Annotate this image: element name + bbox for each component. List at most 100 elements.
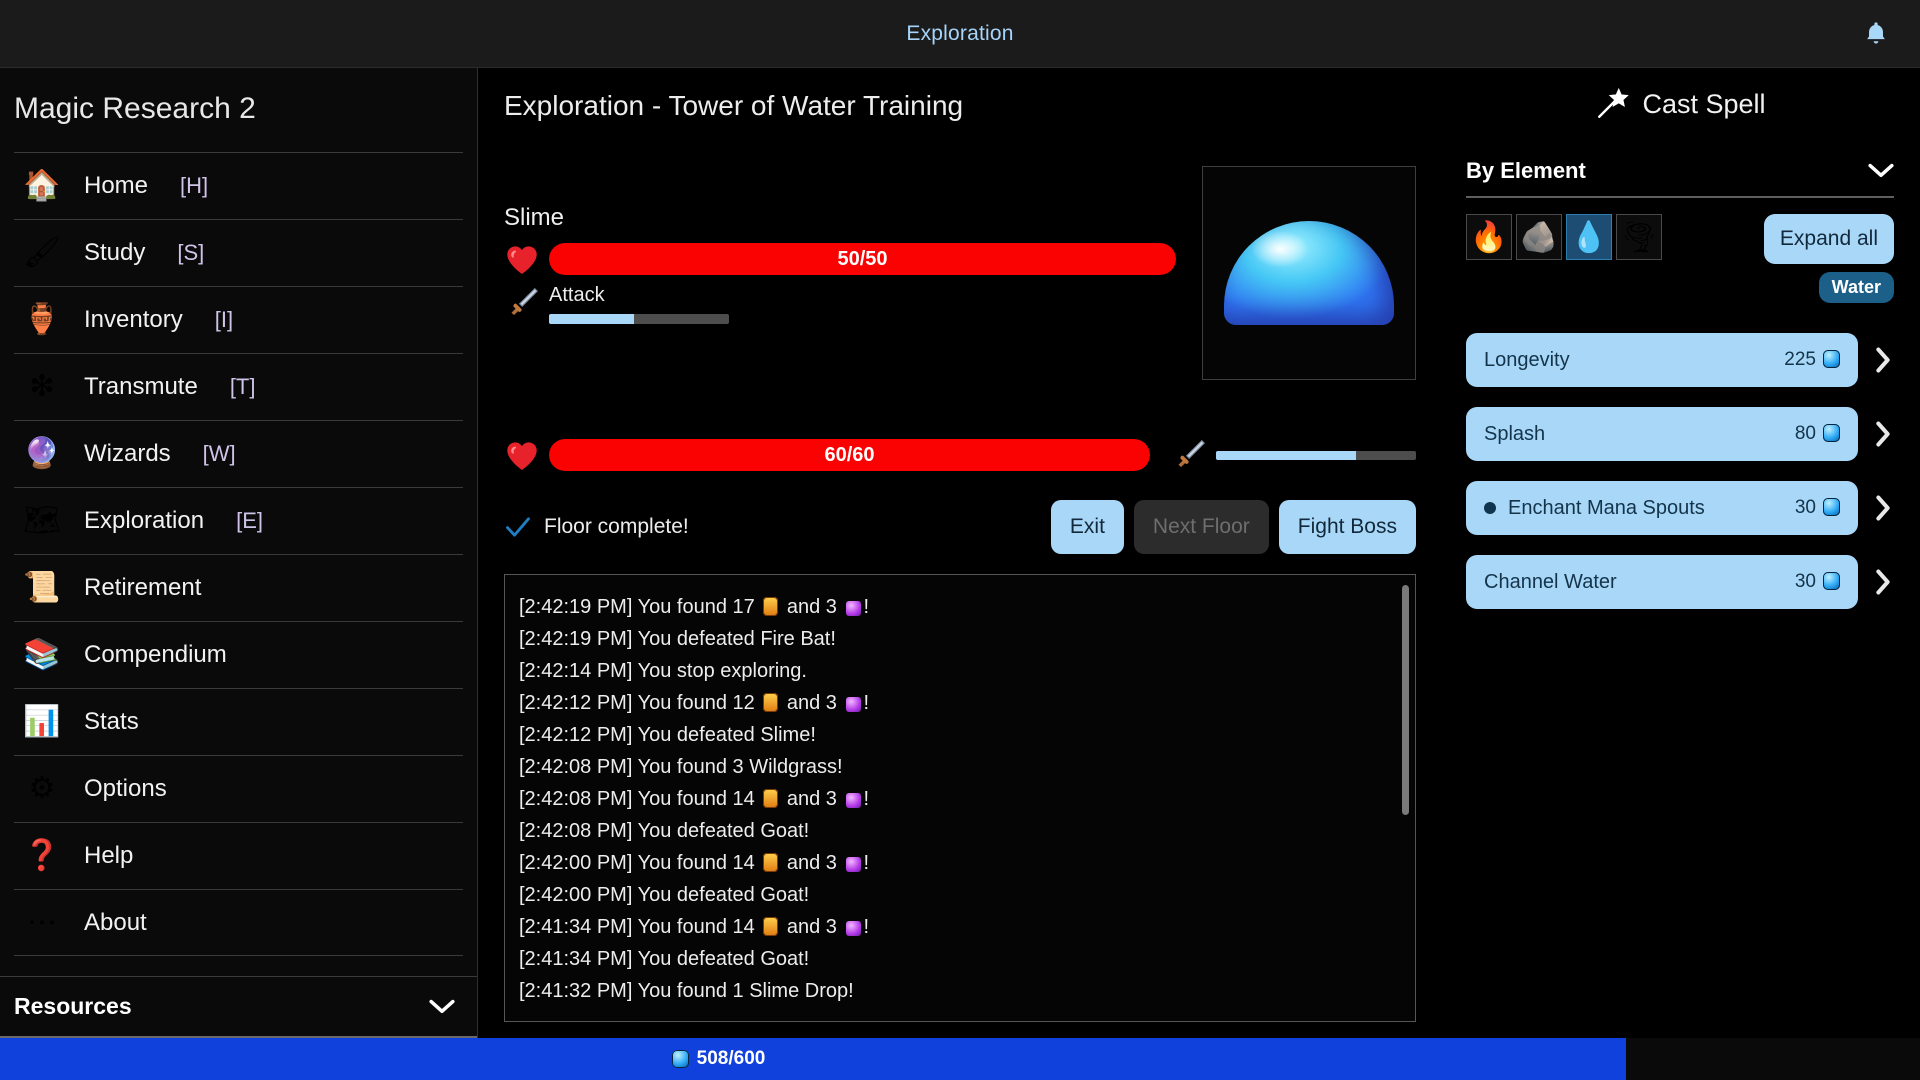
spell-cost: 30 [1795,571,1840,593]
water-icon[interactable]: 💧 [1566,214,1612,260]
fight-boss-button[interactable]: Fight Boss [1278,500,1416,554]
sidebar-item-hotkey: [H] [180,173,209,198]
chevron-right-icon[interactable] [1872,494,1894,522]
sidebar-item-compendium[interactable]: 📚 Compendium [14,621,463,688]
enemy-hp-bar: 50/50 [549,243,1176,275]
enemy-attack-label: Attack [549,284,605,306]
bell-icon[interactable] [1862,19,1890,49]
exit-button[interactable]: Exit [1050,500,1124,554]
spell-row: Splash 80 [1466,407,1894,461]
spell-card-longevity[interactable]: Longevity 225 [1466,333,1858,387]
earth-icon[interactable]: 🪨 [1516,214,1562,260]
question-icon: ❓ [23,839,61,872]
sidebar-item-inventory[interactable]: 🏺 Inventory [I] [14,286,463,353]
log-timestamp: [2:42:08 PM] [519,756,633,778]
chevron-right-icon[interactable] [1872,346,1894,374]
mana-orb-icon [1823,498,1840,516]
sidebar-item-help[interactable]: ❓ Help [14,822,463,889]
log-text: You found 1 Slime Drop! [632,980,854,1002]
map-icon: 🗺 [22,504,62,537]
event-log-scrollbar[interactable] [1402,585,1409,815]
mana-bar: 508/600 [0,1038,1920,1080]
log-text-mid: and 3 [781,692,843,714]
spell-card-channel-water[interactable]: Channel Water 30 [1466,555,1858,609]
log-text: You defeated Goat! [632,820,810,842]
ellipsis-icon: ⋯ [27,905,57,939]
spell-cost-value: 30 [1794,571,1816,592]
spell-cost: 30 [1795,497,1840,519]
log-line: [2:42:12 PM] You defeated Slime! [519,719,1397,751]
cast-spell-title: Cast Spell [1642,88,1766,119]
log-text: You found 14 [632,852,761,874]
sidebar-item-study[interactable]: 🖌 Study [S] [14,219,463,286]
enemy-name: Slime [504,204,565,231]
spell-name: Channel Water [1484,570,1617,593]
chevron-right-icon[interactable] [1872,568,1894,596]
sidebar-item-transmute[interactable]: ❇ Transmute [T] [14,353,463,420]
selected-element-tag: Water [1818,272,1894,303]
spell-cost: 80 [1795,423,1840,445]
log-line: [2:41:32 PM] You found 1 Slime Drop! [519,975,1397,1007]
log-line: [2:42:08 PM] You found 14 and 3 ! [519,783,1397,815]
sidebar-item-label: Inventory [84,306,183,333]
log-timestamp: [2:42:14 PM] [519,660,633,682]
log-text: You defeated Slime! [632,724,816,746]
coin-icon [763,853,779,872]
log-text-mid: and 3 [781,788,843,810]
player-stats: 60/60 [504,436,1416,474]
resources-section-toggle[interactable]: Resources [0,976,477,1038]
sidebar-nav: 🏠 Home [H] 🖌 Study [S] 🏺 Inventory [I] ❇ Transmute… [0,152,477,976]
log-line: [2:42:19 PM] You found 17 and 3 ! [519,591,1397,623]
log-timestamp: [2:41:32 PM] [519,980,633,1002]
sword-icon [504,284,540,322]
sidebar-item-wizards[interactable]: 🔮 Wizards [W] [14,420,463,487]
check-icon [504,513,532,541]
sidebar-item-label: Options [84,775,167,802]
sword-icon [1171,436,1207,474]
log-text: You found 3 Wildgrass! [632,756,843,778]
event-log[interactable]: [2:42:19 PM] You found 17 and 3 ! [2:42:1… [504,574,1416,1022]
log-timestamp: [2:42:12 PM] [519,692,633,714]
log-text: You stop exploring. [632,660,807,682]
log-text: You defeated Goat! [632,884,810,906]
gem-icon [845,601,861,616]
magic-wand-icon: 🔮 [23,437,61,470]
log-line: [2:41:34 PM] You defeated Goat! [519,943,1397,975]
scroll-icon: 📜 [23,571,61,604]
spell-card-splash[interactable]: Splash 80 [1466,407,1858,461]
sidebar-item-label: Home [84,172,149,199]
air-icon[interactable]: 🌪 [1616,214,1662,260]
player-hp-bar: 60/60 [549,439,1150,471]
coin-icon [763,693,779,712]
log-line: [2:42:00 PM] You found 14 and 3 ! [519,847,1397,879]
sidebar-item-about[interactable]: ⋯ About [14,889,463,956]
log-text-post: ! [863,916,870,938]
chevron-right-icon[interactable] [1872,420,1894,448]
by-element-toggle[interactable]: By Element [1466,158,1894,184]
spell-card-enchant-mana-spouts[interactable]: Enchant Mana Spouts 30 [1466,481,1858,535]
event-log-lines: [2:42:19 PM] You found 17 and 3 ! [2:42:1… [519,591,1397,1007]
main-body: Magic Research 2 🏠 Home [H] 🖌 Study [S] 🏺 Inven… [0,68,1920,1080]
spell-name: Splash [1484,422,1546,445]
spell-cost-value: 225 [1784,349,1816,370]
expand-all-button[interactable]: Expand all [1763,214,1894,264]
sidebar-item-exploration[interactable]: 🗺 Exploration [E] [14,487,463,554]
player-attack-fill [1216,450,1356,460]
fire-icon[interactable]: 🔥 [1466,214,1512,260]
log-text-mid: and 3 [781,596,843,618]
sidebar-item-label: Wizards [84,440,171,467]
log-text-mid: and 3 [781,852,843,874]
log-line: [2:42:00 PM] You defeated Goat! [519,879,1397,911]
log-text: You found 14 [632,788,761,810]
house-icon: 🏠 [23,169,61,202]
log-text-post: ! [863,596,870,618]
element-divider [1466,196,1894,198]
sidebar-item-home[interactable]: 🏠 Home [H] [14,152,463,219]
gear-icon: ⚙ [28,772,56,805]
sidebar-item-retirement[interactable]: 📜 Retirement [14,554,463,621]
mana-orb-icon [1823,572,1840,590]
sidebar-item-stats[interactable]: 📊 Stats [14,688,463,755]
log-line: [2:42:08 PM] You defeated Goat! [519,815,1397,847]
enemy-attack-track [549,314,729,324]
sidebar-item-options[interactable]: ⚙ Options [14,755,463,822]
